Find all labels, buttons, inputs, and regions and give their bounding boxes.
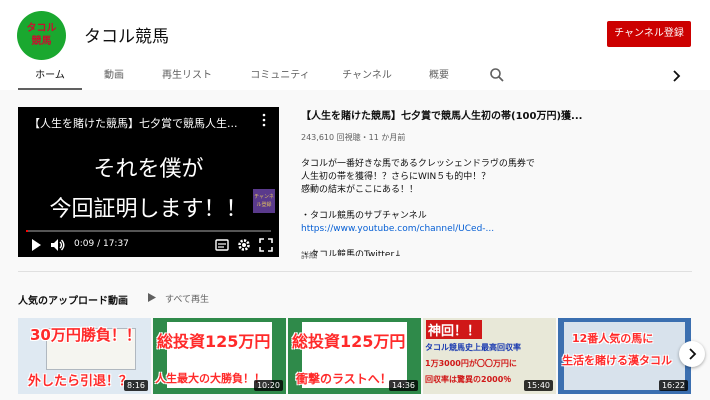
player-badge[interactable]: チャンネル登録 bbox=[253, 189, 275, 213]
video-duration: 10:20 bbox=[253, 380, 283, 391]
video-thumbnail[interactable]: 12番人気の馬に 生活を賭ける漢タコル 16:22 bbox=[558, 318, 691, 394]
video-duration: 8:16 bbox=[124, 380, 148, 391]
tab-about[interactable]: 概要 bbox=[416, 63, 462, 90]
section-divider bbox=[18, 271, 692, 272]
video-duration: 14:36 bbox=[388, 380, 418, 391]
search-icon[interactable] bbox=[489, 67, 505, 83]
thumbnail-caption-bottom: 人生最大の大勝負！！ bbox=[155, 372, 265, 385]
progress-bar[interactable] bbox=[26, 230, 271, 232]
video-player[interactable]: 【人生を賭けた競馬】七夕賞で競馬人生... それを僕が 今回証明します！！ チャ… bbox=[18, 107, 279, 257]
thumbnail-caption-top: 総投資125万円 bbox=[157, 332, 271, 351]
featured-title[interactable]: 【人生を賭けた競馬】七夕賞で競馬人生初の帯(100万円)獲... bbox=[301, 107, 691, 122]
featured-meta: 243,610 回視聴・11 か月前 bbox=[301, 133, 406, 142]
featured-video: 【人生を賭けた競馬】七夕賞で競馬人生... それを僕が 今回証明します！！ チャ… bbox=[0, 90, 710, 270]
more-link[interactable]: 詳細 bbox=[301, 250, 317, 261]
video-thumbnail[interactable]: 神回！！ タコル競馬史上最高回収率 1万3000円が〇〇万円に 回収率は驚異の2… bbox=[423, 318, 556, 394]
player-caption-1: それを僕が bbox=[93, 157, 204, 182]
logo-text-top: タコル bbox=[26, 23, 57, 34]
thumbnail-caption-bottom: 回収率は驚異の2000％ bbox=[425, 375, 512, 384]
chevron-right-icon bbox=[689, 348, 697, 360]
description-gap bbox=[301, 197, 691, 210]
thumbnail-caption-top: 30万円勝負！！ bbox=[30, 326, 141, 344]
channel-name: タコル競馬 bbox=[84, 27, 169, 47]
thumbnail-caption-bottom: 衝撃のラストへ！ bbox=[296, 372, 392, 386]
avatar[interactable]: タコル 競馬 bbox=[17, 11, 66, 60]
tab-community[interactable]: コミュニティ bbox=[240, 63, 320, 90]
channel-page: タコル 競馬 タコル競馬 チャンネル登録 ホーム 動画 再生リスト コミュニティ… bbox=[0, 0, 710, 400]
player-caption-2: 今回証明します！！ bbox=[49, 197, 248, 222]
description-line: タコルが一番好きな馬であるクレッシェンドラヴの馬券で bbox=[301, 159, 535, 169]
subtitles-icon[interactable] bbox=[215, 238, 229, 252]
tab-videos[interactable]: 動画 bbox=[90, 63, 138, 90]
sub-channel-link[interactable]: https://www.youtube.com/channel/UCed-... bbox=[301, 223, 691, 236]
thumbnail-caption-bottom: 生活を賭ける漢タコル bbox=[562, 354, 672, 367]
video-duration: 15:40 bbox=[523, 380, 553, 391]
video-duration: 16:22 bbox=[658, 380, 688, 391]
subscribe-button[interactable]: チャンネル登録 bbox=[607, 21, 691, 47]
chevron-right-icon[interactable] bbox=[670, 69, 682, 83]
video-thumbnail[interactable]: 総投資125万円 衝撃のラストへ！ 14:36 bbox=[288, 318, 421, 394]
logo-text-bottom: 競馬 bbox=[31, 36, 52, 47]
play-icon[interactable] bbox=[30, 238, 42, 252]
thumbnail-caption-top: 神回！！ bbox=[426, 320, 483, 339]
time-display: 0:09 / 17:37 bbox=[74, 239, 129, 249]
fullscreen-icon[interactable] bbox=[259, 238, 273, 252]
twitter-label: ・タコル競馬のTwitter↓ bbox=[301, 250, 402, 256]
video-thumbnail[interactable]: 30万円勝負！！ 外したら引退！？ 8:16 bbox=[18, 318, 151, 394]
thumbnail-caption-top: 総投資125万円 bbox=[292, 332, 406, 351]
settings-icon[interactable] bbox=[237, 238, 251, 252]
thumbnail-caption-top: 12番人気の馬に bbox=[572, 332, 654, 345]
sub-channel-label: ・タコル競馬のサブチャンネル bbox=[301, 211, 427, 221]
video-thumbnail[interactable]: 総投資125万円 人生最大の大勝負！！ 10:20 bbox=[153, 318, 286, 394]
thumbnail-caption-bottom: 外したら引退！？ bbox=[28, 374, 133, 389]
player-title[interactable]: 【人生を賭けた競馬】七夕賞で競馬人生... bbox=[29, 115, 238, 131]
tab-home[interactable]: ホーム bbox=[18, 63, 82, 90]
thumbnail-caption-line3: 1万3000円が〇〇万円に bbox=[425, 359, 517, 368]
scroll-next-button[interactable] bbox=[679, 341, 705, 367]
play-all-icon[interactable] bbox=[148, 293, 156, 302]
description-gap bbox=[301, 236, 691, 249]
featured-info: 【人生を賭けた競馬】七夕賞で競馬人生初の帯(100万円)獲... 243,610… bbox=[301, 107, 691, 256]
thumbnail-caption-mid: タコル競馬史上最高回収率 bbox=[425, 343, 521, 352]
channel-tabs: ホーム 動画 再生リスト コミュニティ チャンネル 概要 bbox=[0, 63, 710, 90]
description-line: 人生初の帯を獲得！？さらにWIN５も的中！？ bbox=[301, 172, 491, 182]
description-line: 感動の結末がここにある！！ bbox=[301, 185, 419, 195]
tab-channels[interactable]: チャンネル bbox=[334, 63, 400, 90]
tab-playlists[interactable]: 再生リスト bbox=[150, 63, 224, 90]
featured-description: タコルが一番好きな馬であるクレッシェンドラヴの馬券で 人生初の帯を獲得！？さらに… bbox=[301, 158, 691, 256]
volume-icon[interactable] bbox=[50, 238, 66, 252]
progress-fill bbox=[26, 230, 29, 232]
more-vert-icon[interactable] bbox=[261, 113, 267, 127]
play-all-button[interactable]: すべて再生 bbox=[165, 292, 209, 305]
section-title[interactable]: 人気のアップロード動画 bbox=[18, 292, 128, 307]
